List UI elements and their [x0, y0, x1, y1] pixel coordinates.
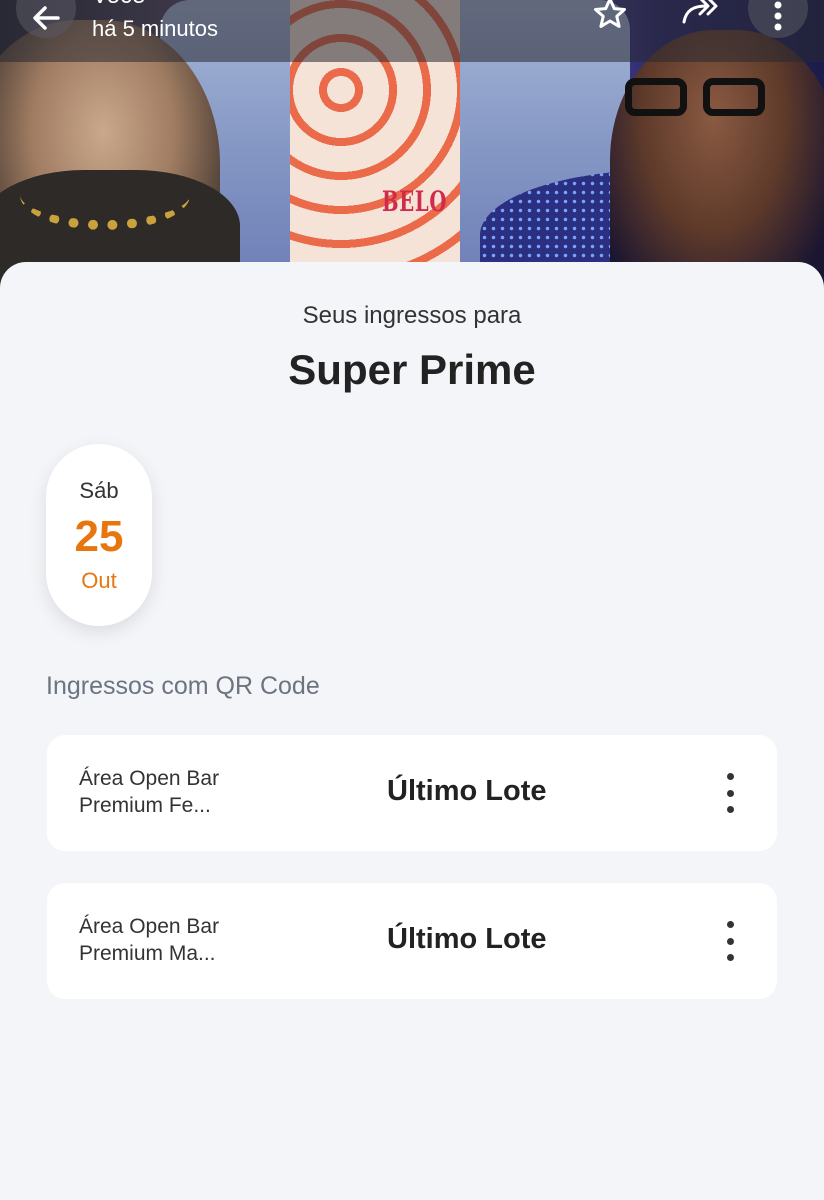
- ticket-lot: Último Lote: [387, 775, 547, 807]
- event-subtitle: Seus ingressos para: [302, 302, 522, 329]
- event-date: Sáb 25 Out: [46, 444, 152, 626]
- date-weekday: Sáb: [79, 478, 119, 503]
- banner-logo: BELO: [382, 185, 448, 218]
- banner-chain: [20, 160, 190, 230]
- star-icon[interactable]: [590, 0, 630, 34]
- back-button[interactable]: [16, 0, 76, 38]
- ticket-item[interactable]: Área Open Bar Premium Fe... Último Lote: [47, 735, 777, 851]
- forward-icon[interactable]: [678, 0, 724, 32]
- top-bar: Você há 5 minutos: [0, 0, 824, 62]
- ticket-item[interactable]: Área Open Bar Premium Ma... Último Lote: [47, 883, 777, 999]
- more-vertical-icon: [774, 1, 782, 31]
- more-vertical-icon: [726, 921, 734, 928]
- tickets-card: Seus ingressos para Super Prime Sáb 25 O…: [0, 262, 824, 1200]
- banner-glasses: [625, 78, 775, 118]
- ticket-name: Área Open Bar Premium Fe...: [79, 767, 220, 817]
- tickets-section-label: Ingressos com QR Code: [46, 672, 320, 700]
- ticket-name: Área Open Bar Premium Ma...: [79, 915, 220, 965]
- ticket-menu-button[interactable]: [715, 773, 745, 813]
- message-time: há 5 minutos: [92, 16, 218, 41]
- ticket-menu-button[interactable]: [715, 921, 745, 961]
- ticket-lot: Último Lote: [387, 923, 547, 955]
- event-title: Super Prime: [288, 346, 536, 393]
- sender-name: Você: [92, 0, 145, 10]
- date-month: Out: [81, 568, 117, 593]
- banner-figure-right: [610, 30, 824, 300]
- more-vertical-icon: [726, 773, 734, 780]
- arrow-left-icon: [33, 6, 60, 30]
- more-options-button[interactable]: [748, 0, 808, 38]
- date-day: 25: [74, 512, 124, 561]
